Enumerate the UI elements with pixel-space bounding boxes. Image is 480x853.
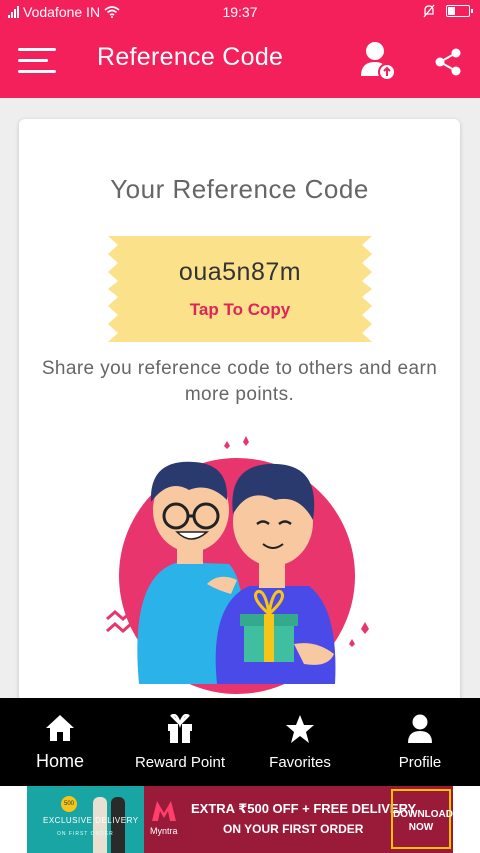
nav-item-home[interactable]: Home — [0, 698, 120, 786]
app-bar: Reference Code — [0, 24, 480, 98]
friends-gift-illustration — [106, 436, 369, 694]
user-upload-icon[interactable] — [360, 40, 396, 82]
ad-left-subtext: ON FIRST ORDER — [57, 831, 114, 837]
nav-item-profile[interactable]: Profile — [360, 698, 480, 786]
nav-item-reward-point[interactable]: Reward Point — [120, 698, 240, 786]
nav-label-profile: Profile — [398, 754, 442, 771]
status-time: 19:37 — [222, 4, 258, 20]
person-icon — [408, 714, 432, 743]
nav-label-favorites: Favorites — [269, 754, 331, 771]
nav-label-reward-point: Reward Point — [134, 754, 226, 771]
battery-icon — [446, 5, 473, 17]
ad-left-panel: 500 EXCLUSIVE DELIVERY ON FIRST ORDER — [27, 786, 144, 853]
ad-banner[interactable]: 500 EXCLUSIVE DELIVERY ON FIRST ORDER My… — [0, 786, 480, 853]
muted-bell-icon — [423, 4, 435, 18]
star-icon — [286, 715, 314, 743]
ad-brand: Myntra — [150, 826, 178, 836]
nav-label-home: Home — [35, 751, 84, 771]
nav-item-favorites[interactable]: Favorites — [240, 698, 360, 786]
gift-icon — [168, 714, 192, 743]
myntra-logo-icon — [152, 801, 176, 821]
share-icon[interactable] — [434, 48, 462, 76]
reference-code-value: oua5n87m — [178, 258, 302, 286]
ad-offer-subline: ON YOUR FIRST ORDER — [223, 822, 364, 836]
reference-code-card: Your Reference Code oua5n87m Tap To Copy… — [19, 119, 460, 759]
ticket-background — [108, 236, 372, 342]
ad-offer-line: EXTRA ₹500 OFF + FREE DELIVERY — [191, 801, 417, 816]
ad-content: 500 EXCLUSIVE DELIVERY ON FIRST ORDER My… — [27, 786, 453, 853]
ad-model-image — [93, 797, 107, 853]
ad-download-button[interactable]: DOWNLOAD NOW — [391, 789, 453, 849]
reference-code-ticket[interactable]: oua5n87m Tap To Copy — [108, 236, 372, 342]
share-instructions: Share you reference code to others and e… — [41, 358, 438, 405]
page-title: Reference Code — [97, 43, 284, 71]
ad-badge: 500 — [61, 796, 77, 812]
bottom-navigation: Home Reward Point Favorites Profile — [0, 698, 480, 786]
hamburger-menu-icon[interactable] — [18, 48, 56, 74]
tap-to-copy-button[interactable]: Tap To Copy — [108, 300, 372, 320]
home-icon — [46, 715, 74, 741]
status-bar: Vodafone IN 19:37 — [0, 0, 480, 24]
ad-left-text: EXCLUSIVE DELIVERY — [43, 816, 139, 825]
status-right — [422, 4, 473, 18]
card-heading: Your Reference Code — [110, 174, 369, 204]
ad-model-image — [111, 797, 125, 853]
